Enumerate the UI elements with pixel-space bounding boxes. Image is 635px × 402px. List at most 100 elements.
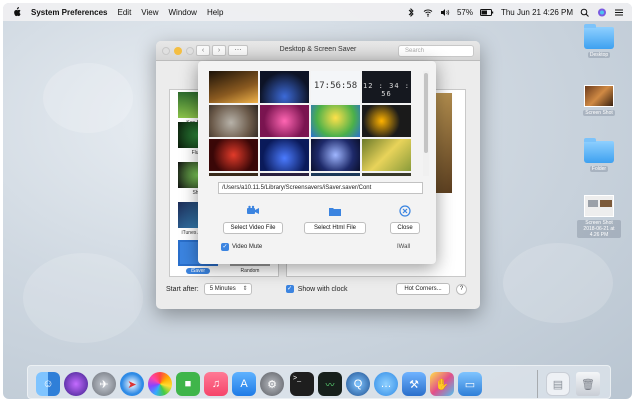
safari-icon[interactable]: ➤ — [120, 372, 144, 396]
select-video-action: Select Video File — [223, 204, 283, 234]
activity-monitor-icon[interactable]: 〰 — [318, 372, 342, 396]
wallpaper-grid: 17:56:58 12 : 34 : 56 — [209, 71, 413, 176]
menu-icon[interactable] — [614, 8, 624, 17]
folder-icon — [328, 204, 342, 218]
launchpad-icon[interactable]: ✈ — [92, 372, 116, 396]
menu-app-name[interactable]: System Preferences — [31, 8, 108, 17]
folder-icon — [584, 24, 614, 49]
window-titlebar: ‹ › ⋯ Desktop & Screen Saver Search — [156, 41, 480, 61]
video-mute-option: ✓ Video Mute — [221, 243, 262, 251]
wallpaper-tile[interactable] — [260, 139, 309, 171]
wallpaper-tile[interactable] — [209, 71, 258, 103]
search-placeholder: Search — [405, 48, 425, 54]
battery-percent[interactable]: 57% — [457, 8, 473, 17]
menu-edit[interactable]: Edit — [118, 8, 132, 17]
wallpaper-tile[interactable] — [362, 173, 411, 176]
show-clock-checkbox[interactable]: ✓ — [285, 285, 294, 293]
select-html-action: Select Html File — [304, 204, 366, 234]
status-area: 57% Thu Jun 21 4:26 PM — [406, 3, 624, 21]
dock-divider — [537, 370, 538, 398]
siri-icon[interactable] — [64, 372, 88, 396]
battery-icon[interactable] — [479, 8, 494, 17]
desktop-icon-label: Desktop — [587, 52, 611, 58]
menu-window[interactable]: Window — [169, 8, 197, 17]
trash-icon[interactable]: 🗑 — [576, 372, 600, 396]
desktop-screenshot[interactable]: Screen Shot 2018-06-21 at 4.26 PM — [577, 195, 621, 238]
terminal-icon[interactable]: >_ — [290, 372, 314, 396]
desktop: System Preferences Edit View Window Help… — [3, 3, 632, 399]
saver-options-bar: Start after: 5 Minutes ⇕ ✓ Show with clo… — [166, 281, 470, 297]
desktop-folder[interactable]: Folder — [577, 138, 621, 172]
wallpaper-tile[interactable] — [311, 173, 360, 176]
bluetooth-icon[interactable] — [406, 7, 416, 17]
start-after-value: 5 Minutes — [209, 286, 236, 292]
menu-bar: System Preferences Edit View Window Help… — [3, 3, 632, 21]
clock-tile-text: 17:56:58 — [313, 81, 358, 91]
wallpaper-tile[interactable] — [311, 139, 360, 171]
wifi-icon[interactable] — [423, 8, 433, 17]
wallpaper-tile[interactable] — [362, 105, 411, 137]
music-icon[interactable]: ♫ — [204, 372, 228, 396]
search-icon[interactable] — [580, 8, 590, 17]
image-icon — [584, 85, 614, 107]
scrollbar-thumb[interactable] — [424, 73, 428, 153]
quicktime-icon[interactable]: Q — [346, 372, 370, 396]
close-button[interactable]: Close — [390, 222, 420, 234]
start-after-select[interactable]: 5 Minutes ⇕ — [203, 283, 252, 295]
wallpaper-tile[interactable] — [260, 71, 309, 103]
apple-icon[interactable] — [11, 7, 23, 17]
wallpaper-texture — [43, 63, 133, 133]
finder-icon[interactable]: ☺ — [36, 372, 60, 396]
video-camera-icon — [246, 204, 260, 218]
menu-view[interactable]: View — [141, 8, 158, 17]
wallpaper-tile[interactable] — [260, 105, 309, 137]
grid-scrollbar[interactable] — [423, 71, 429, 176]
wallpaper-tile[interactable]: 17:56:58 — [311, 71, 360, 103]
isaver-options-sheet: 17:56:58 12 : 34 : 56 /Users/a10.11.5/Li… — [198, 61, 436, 264]
system-preferences-icon[interactable]: ⚙ — [260, 372, 284, 396]
document-icon[interactable]: ▤ — [546, 372, 570, 396]
select-video-button[interactable]: Select Video File — [223, 222, 283, 234]
wallpaper-tile[interactable] — [260, 173, 309, 176]
start-after-label: Start after: — [166, 285, 199, 293]
app-store-icon[interactable]: A — [232, 372, 256, 396]
menu-clock[interactable]: Thu Jun 21 4:26 PM — [501, 8, 573, 17]
desktop-screenshot[interactable]: Screen Shot — [577, 85, 621, 116]
wallpaper-texture — [503, 243, 613, 323]
messages-icon[interactable]: … — [374, 372, 398, 396]
facetime-icon[interactable]: ■ — [176, 372, 200, 396]
help-button[interactable]: ? — [456, 283, 467, 295]
wallpaper-tile[interactable] — [209, 173, 258, 176]
desktop-icon-label: Folder — [589, 166, 609, 172]
wallpaper-tile[interactable] — [362, 139, 411, 171]
file-path-field[interactable]: /Users/a10.11.5/Library/Screensavers/iSa… — [218, 182, 423, 194]
desktop-icon-label: Screen Shot 2018-06-21 at 4.26 PM — [577, 220, 621, 238]
desktop-icon-label: Screen Shot — [583, 110, 615, 116]
wallpaper-tile[interactable]: 12 : 34 : 56 — [362, 71, 411, 103]
select-html-button[interactable]: Select Html File — [304, 222, 366, 234]
saver-label: iSaver — [185, 268, 211, 274]
dock: ☺ ✈ ➤ ■ ♫ A ⚙ >_ 〰 Q … ⚒ ✋ ▭ ▤ 🗑 — [27, 365, 611, 399]
close-circle-icon — [398, 204, 412, 218]
image-icon — [584, 195, 614, 217]
video-mute-checkbox[interactable]: ✓ — [221, 243, 229, 251]
siri-icon[interactable] — [597, 8, 607, 17]
xcode-icon[interactable]: ⚒ — [402, 372, 426, 396]
wallpaper-tile[interactable] — [311, 105, 360, 137]
saver-label: Random — [240, 268, 260, 274]
desktop-folder[interactable]: Desktop — [577, 24, 621, 58]
wallpaper-tile[interactable] — [209, 139, 258, 171]
show-clock-label: Show with clock — [297, 285, 348, 293]
wallpaper-tile[interactable] — [209, 105, 258, 137]
paint-icon[interactable]: ✋ — [430, 372, 454, 396]
folder-icon — [584, 138, 614, 163]
menu-help[interactable]: Help — [207, 8, 223, 17]
clock-tile-text: 12 : 34 : 56 — [363, 82, 410, 98]
wallpaper-texture — [23, 253, 143, 343]
search-input[interactable]: Search — [398, 45, 474, 57]
screen-sharing-icon[interactable]: ▭ — [458, 372, 482, 396]
volume-icon[interactable] — [440, 8, 450, 17]
photos-icon[interactable] — [148, 372, 172, 396]
iwall-link[interactable]: IWall — [397, 244, 410, 250]
hot-corners-button[interactable]: Hot Corners... — [396, 283, 450, 295]
